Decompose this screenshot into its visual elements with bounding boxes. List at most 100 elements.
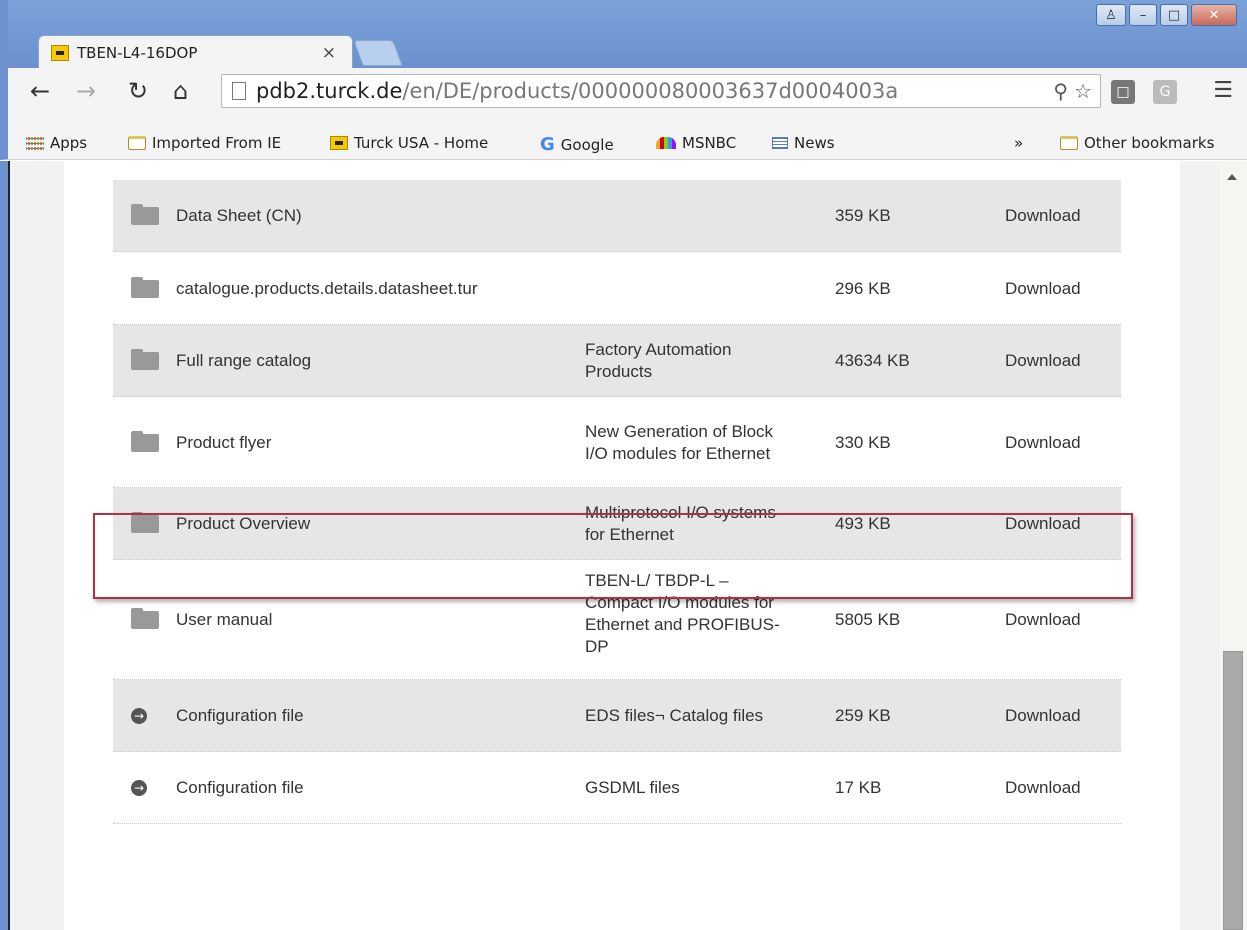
turck-favicon-icon bbox=[51, 44, 69, 61]
row-icon-cell bbox=[131, 252, 159, 325]
file-name: Configuration file bbox=[176, 778, 304, 797]
close-window-button[interactable]: ✕ bbox=[1191, 4, 1237, 26]
row-icon-cell bbox=[131, 560, 159, 680]
folder-icon bbox=[128, 136, 146, 150]
reload-icon[interactable]: ↻ bbox=[128, 78, 148, 104]
file-size: 330 KB bbox=[835, 432, 891, 452]
table-row: → Configuration file GSDML files 17 KB Downl… bbox=[113, 752, 1121, 824]
file-description: TBEN-L/ TBDP-L – Compact I/O modules for… bbox=[585, 571, 780, 656]
google-icon: G bbox=[540, 134, 555, 155]
table-row: Data Sheet (CN) 359 KB Download bbox=[113, 180, 1121, 252]
bookmark-star-icon[interactable]: ☆ bbox=[1074, 79, 1092, 103]
row-icon-cell: → bbox=[131, 752, 147, 824]
file-description bbox=[585, 252, 785, 325]
browser-toolbar: ← → ↻ ⌂ pdb2.turck.de/en/DE/products/000… bbox=[0, 68, 1247, 126]
folder-icon bbox=[131, 608, 159, 629]
forward-arrow-icon[interactable]: → bbox=[76, 78, 96, 104]
g-extension-icon[interactable]: G bbox=[1153, 80, 1177, 104]
download-link[interactable]: Download bbox=[1005, 397, 1081, 488]
row-icon-cell bbox=[131, 488, 159, 560]
row-icon-cell: → bbox=[131, 680, 147, 752]
address-bar[interactable]: pdb2.turck.de/en/DE/products/00000008000… bbox=[221, 74, 1101, 108]
file-name: Product flyer bbox=[176, 432, 272, 452]
window-controls: ♙ – □ ✕ bbox=[1096, 4, 1237, 26]
file-description: Multiprotocol I/O systems for Ethernet bbox=[585, 503, 776, 544]
bookmark-turck-usa[interactable]: Turck USA - Home bbox=[330, 134, 488, 152]
bookmark-msnbc[interactable]: MSNBC bbox=[656, 134, 736, 152]
window-left-border bbox=[0, 161, 10, 930]
bookmark-news[interactable]: News bbox=[772, 134, 835, 152]
zoom-icon[interactable]: ⚲ bbox=[1053, 79, 1068, 103]
turck-icon bbox=[330, 136, 348, 150]
folder-icon bbox=[131, 349, 159, 370]
user-profile-icon[interactable]: ♙ bbox=[1096, 4, 1126, 26]
file-description: Factory Automation Products bbox=[585, 340, 732, 381]
arrow-circle-icon: → bbox=[131, 708, 147, 724]
table-row: Product Overview Multiprotocol I/O system… bbox=[113, 488, 1121, 560]
file-size: 359 KB bbox=[835, 206, 891, 225]
file-name: Full range catalog bbox=[176, 351, 312, 370]
row-icon-cell bbox=[131, 180, 159, 252]
file-size: 43634 KB bbox=[835, 351, 910, 370]
folder-icon bbox=[131, 204, 159, 225]
file-name: Data Sheet (CN) bbox=[176, 206, 302, 225]
download-link[interactable]: Download bbox=[1005, 180, 1081, 252]
file-description bbox=[585, 180, 785, 252]
apps-icon bbox=[26, 136, 44, 150]
page-icon bbox=[232, 82, 246, 100]
download-link[interactable]: Download bbox=[1005, 325, 1081, 397]
download-link[interactable]: Download bbox=[1005, 560, 1081, 680]
menu-icon[interactable]: ☰ bbox=[1213, 78, 1233, 103]
row-icon-cell bbox=[131, 397, 159, 488]
table-row: Product flyer New Generation of Block I/O… bbox=[113, 397, 1121, 488]
browser-tab[interactable]: TBEN-L4-16DOP × bbox=[38, 35, 353, 69]
arrow-circle-icon: → bbox=[131, 780, 147, 796]
folder-icon bbox=[131, 276, 159, 298]
bookmarks-bar: Apps Imported From IE Turck USA - Home G… bbox=[0, 126, 1247, 160]
maximize-button[interactable]: □ bbox=[1160, 4, 1188, 26]
tab-title: TBEN-L4-16DOP bbox=[77, 43, 198, 62]
table-row: User manual TBEN-L/ TBDP-L – Compact I/O … bbox=[113, 560, 1121, 680]
news-icon bbox=[772, 137, 788, 149]
file-description: GSDML files bbox=[585, 778, 680, 797]
folder-icon bbox=[1060, 136, 1078, 150]
file-size: 17 KB bbox=[835, 778, 882, 797]
file-name: Configuration file bbox=[176, 706, 304, 725]
url-host: pdb2.turck.de bbox=[256, 79, 403, 103]
bookmark-imported-from-ie[interactable]: Imported From IE bbox=[128, 134, 281, 152]
row-icon-cell bbox=[131, 325, 159, 397]
file-name: catalogue.products.details.datasheet.tur bbox=[176, 278, 478, 298]
file-description: New Generation of Block I/O modules for … bbox=[585, 421, 774, 463]
minimize-button[interactable]: – bbox=[1129, 4, 1157, 26]
tab-close-icon[interactable]: × bbox=[322, 43, 336, 63]
bookmark-other[interactable]: Other bookmarks bbox=[1060, 134, 1214, 152]
scroll-up-arrow-icon[interactable] bbox=[1227, 174, 1237, 180]
file-size: 259 KB bbox=[835, 706, 891, 725]
file-name: User manual bbox=[176, 610, 273, 629]
home-icon[interactable]: ⌂ bbox=[173, 78, 188, 104]
file-size: 296 KB bbox=[835, 278, 891, 298]
file-description: EDS files¬ Catalog files bbox=[585, 706, 764, 725]
extension-icon[interactable]: □ bbox=[1111, 80, 1135, 104]
file-size: 493 KB bbox=[835, 514, 891, 533]
file-name: Product Overview bbox=[176, 514, 311, 533]
download-link[interactable]: Download bbox=[1005, 752, 1081, 824]
table-row: → Configuration file EDS files¬ Catalog fi… bbox=[113, 680, 1121, 752]
table-row: Full range catalog Factory Automation Pro… bbox=[113, 325, 1121, 397]
download-link[interactable]: Download bbox=[1005, 488, 1081, 560]
bookmarks-overflow-icon[interactable]: » bbox=[1014, 134, 1023, 152]
folder-icon bbox=[131, 430, 159, 452]
vertical-scrollbar[interactable] bbox=[1220, 161, 1247, 930]
back-arrow-icon[interactable]: ← bbox=[30, 78, 50, 104]
bookmark-apps[interactable]: Apps bbox=[26, 134, 87, 152]
url-path: /en/DE/products/000000080003637d0004003a bbox=[402, 79, 899, 103]
window-titlebar: ♙ – □ ✕ TBEN-L4-16DOP × bbox=[0, 0, 1247, 69]
download-link[interactable]: Download bbox=[1005, 680, 1081, 752]
folder-icon bbox=[131, 512, 159, 533]
table-row: catalogue.products.details.datasheet.tur… bbox=[113, 252, 1121, 325]
scroll-thumb[interactable] bbox=[1223, 651, 1243, 930]
new-tab-button[interactable] bbox=[353, 40, 403, 66]
bookmark-google[interactable]: G Google bbox=[540, 134, 614, 155]
file-size: 5805 KB bbox=[835, 610, 901, 629]
download-link[interactable]: Download bbox=[1005, 252, 1081, 325]
